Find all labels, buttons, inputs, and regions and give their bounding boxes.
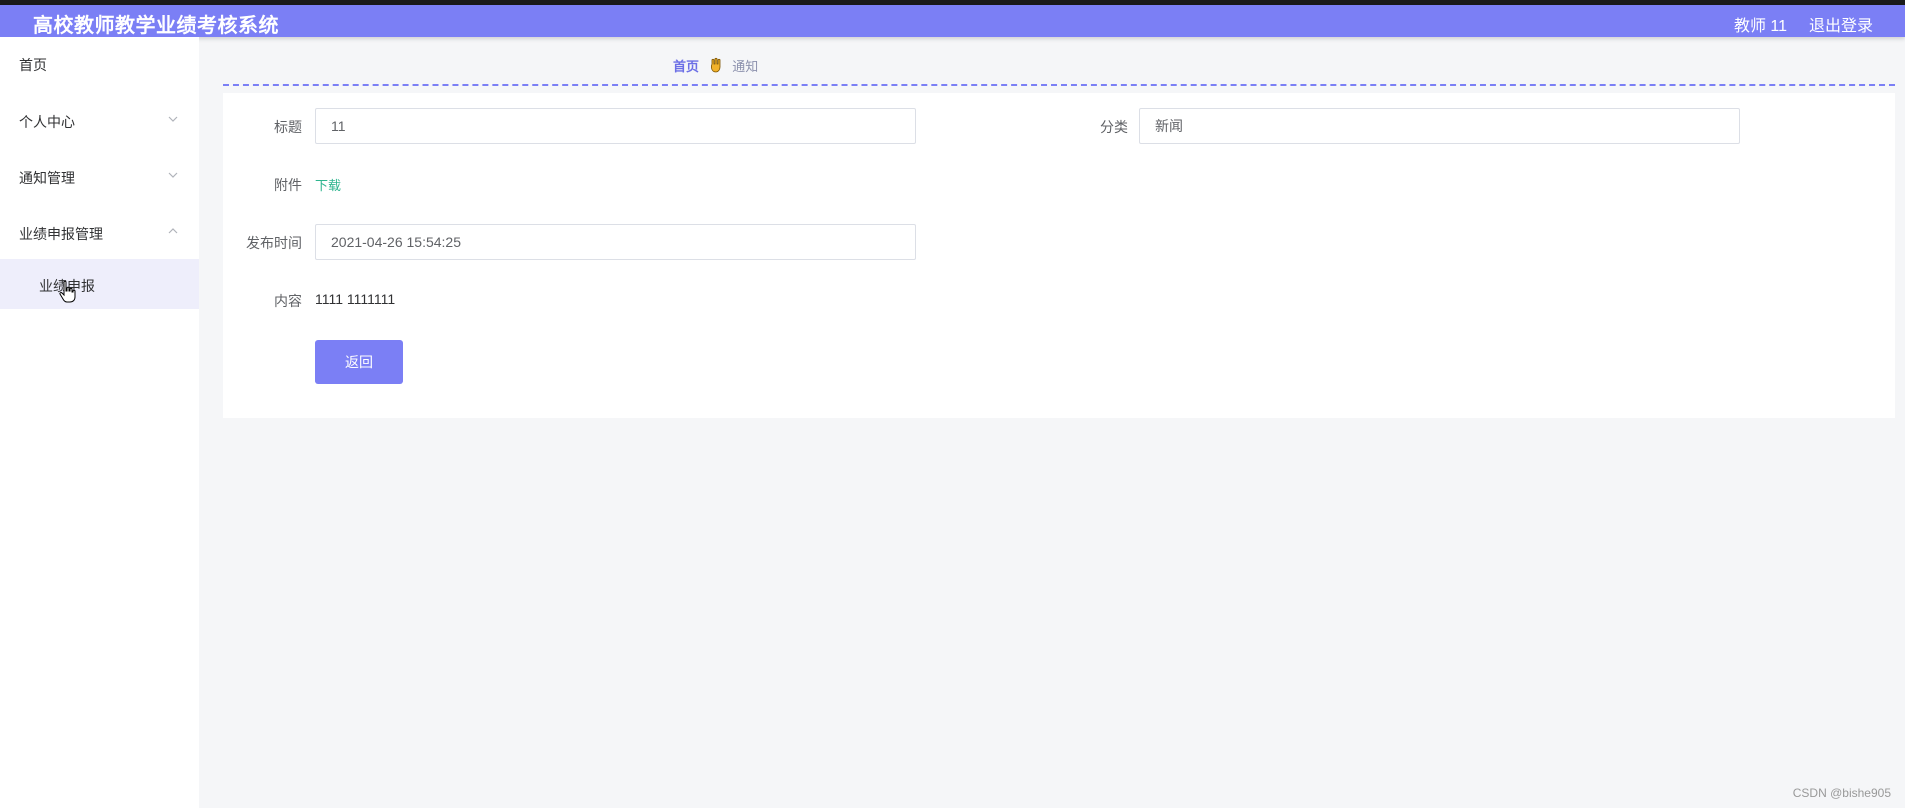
publish-time-field[interactable]: 2021-04-26 15:54:25 — [315, 224, 916, 260]
breadcrumb-current: 通知 — [732, 59, 759, 74]
hand-separator-icon — [710, 57, 721, 73]
sidebar-item-label: 首页 — [19, 57, 47, 73]
content-value: 1111 1111111 — [315, 291, 396, 307]
sidebar-item-performance-management[interactable]: 业绩申报管理 — [0, 211, 199, 251]
category-field[interactable]: 新闻 — [1139, 108, 1740, 144]
sidebar-item-label: 个人中心 — [19, 114, 75, 130]
title-label: 标题 — [274, 119, 302, 135]
hand-cursor-icon — [59, 280, 76, 303]
content-label: 内容 — [274, 293, 302, 309]
sidebar-subitem-performance-report[interactable]: 业绩申报 — [0, 259, 199, 309]
sidebar-item-notice-management[interactable]: 通知管理 — [0, 155, 199, 195]
chevron-down-icon — [168, 172, 178, 178]
sidebar-item-home[interactable]: 首页 — [0, 42, 199, 82]
breadcrumb-home[interactable]: 首页 — [673, 59, 699, 74]
sidebar: 首页 个人中心 通知管理 业绩申报管理 业绩申报 — [0, 37, 199, 808]
logout-link[interactable]: 退出登录 — [1809, 12, 1873, 36]
watermark: CSDN @bishe905 — [1792, 786, 1891, 800]
sidebar-item-personal-center[interactable]: 个人中心 — [0, 99, 199, 139]
sidebar-item-label: 通知管理 — [19, 170, 75, 186]
chevron-down-icon — [168, 116, 178, 122]
app-header: 高校教师教学业绩考核系统 教师 11 退出登录 — [0, 5, 1905, 37]
attachment-label: 附件 — [274, 177, 302, 193]
download-link[interactable]: 下载 — [315, 175, 341, 194]
sidebar-item-label: 业绩申报管理 — [19, 226, 103, 242]
publish-time-label: 发布时间 — [246, 235, 302, 251]
back-button[interactable]: 返回 — [315, 340, 403, 384]
breadcrumb-divider — [223, 84, 1895, 86]
category-label: 分类 — [1100, 119, 1128, 135]
breadcrumb: 首页 通知 — [673, 56, 758, 75]
app-title: 高校教师教学业绩考核系统 — [33, 15, 279, 37]
current-user: 教师 11 — [1733, 18, 1787, 35]
chevron-up-icon — [168, 228, 178, 234]
title-field[interactable]: 11 — [315, 108, 916, 144]
